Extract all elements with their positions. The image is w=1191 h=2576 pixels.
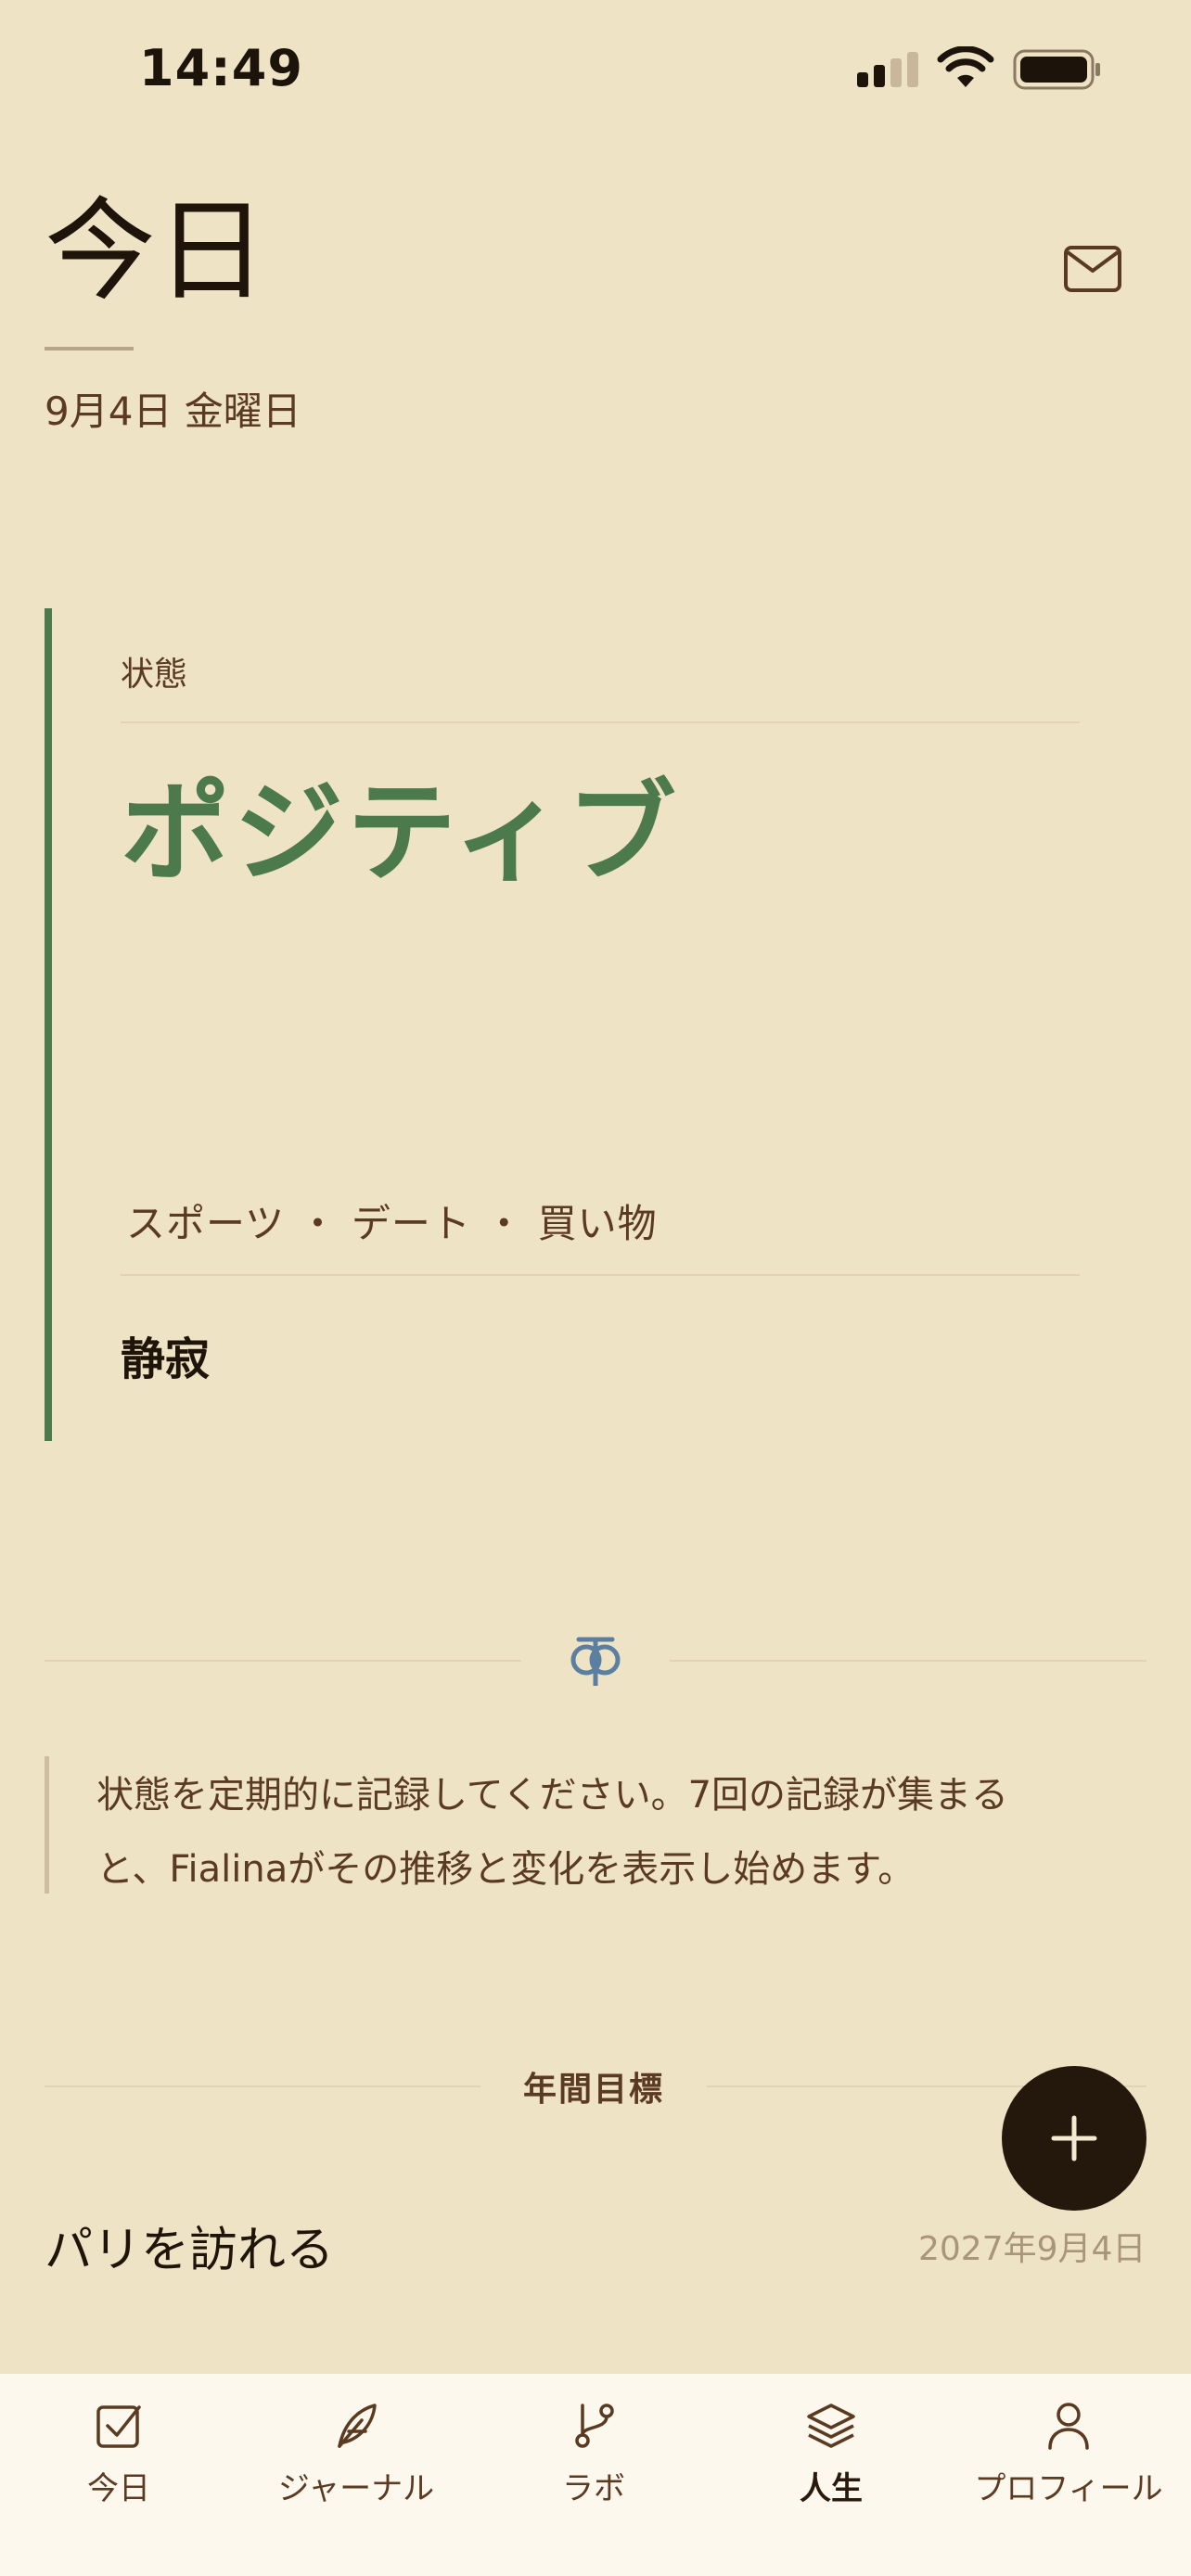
checkbox-icon xyxy=(96,2405,141,2448)
tab-lab[interactable]: ラボ xyxy=(475,2374,712,2576)
title-underline xyxy=(45,347,134,351)
quote-bar xyxy=(45,1756,49,1894)
tab-label: ジャーナル xyxy=(277,2470,435,2507)
card-accent-bar xyxy=(45,608,52,1441)
tab-bar: 今日 ジャーナル ラボ 人生 プロフィール xyxy=(0,2374,1191,2576)
tab-life[interactable]: 人生 xyxy=(712,2374,950,2576)
info-text: 状態を定期的に記録してください。7回の記録が集まると、Fialinaがその推移と… xyxy=(96,1774,1009,1891)
ornament-icon xyxy=(570,1637,621,1686)
page-date: 9月4日 金曜日 xyxy=(45,389,301,434)
tab-label: プロフィール xyxy=(974,2470,1163,2507)
divider xyxy=(121,721,1080,723)
plus-icon xyxy=(1051,2115,1097,2162)
tab-label: 今日 xyxy=(87,2470,150,2507)
status-time: 14:49 xyxy=(139,39,303,97)
layers-icon xyxy=(807,2404,855,2448)
card-label: 状態 xyxy=(121,656,188,694)
tab-profile[interactable]: プロフィール xyxy=(950,2374,1187,2576)
divider xyxy=(45,2085,480,2087)
add-button[interactable] xyxy=(1002,2066,1146,2211)
divider xyxy=(670,1660,1146,1662)
battery-icon xyxy=(1013,49,1100,90)
tab-today[interactable]: 今日 xyxy=(0,2374,237,2576)
feather-icon xyxy=(338,2404,377,2448)
goals-heading: 年間目標 xyxy=(522,2071,664,2109)
goal-date: 2027年9月4日 xyxy=(918,2230,1146,2268)
tab-label: ラボ xyxy=(562,2470,625,2507)
wifi-icon xyxy=(937,46,994,87)
mood-word: 静寂 xyxy=(121,1333,211,1385)
branch-icon xyxy=(575,2404,614,2448)
person-icon xyxy=(1048,2403,1089,2450)
tab-journal[interactable]: ジャーナル xyxy=(237,2374,475,2576)
divider xyxy=(121,1274,1080,1276)
mail-icon[interactable] xyxy=(1063,245,1122,293)
mood-status-card[interactable]: 状態 ポジティブ スポーツ ・ デート ・ 買い物 静寂 xyxy=(45,608,1080,1441)
divider xyxy=(45,1660,521,1662)
cellular-signal-icon xyxy=(857,52,918,87)
goal-title[interactable]: パリを訪れる xyxy=(45,2211,334,2280)
activity-tags: スポーツ ・ デート ・ 買い物 xyxy=(126,1201,658,1246)
page-title: 今日 xyxy=(45,187,267,316)
tab-label: 人生 xyxy=(800,2470,863,2507)
mood-status: ポジティブ xyxy=(121,769,680,897)
